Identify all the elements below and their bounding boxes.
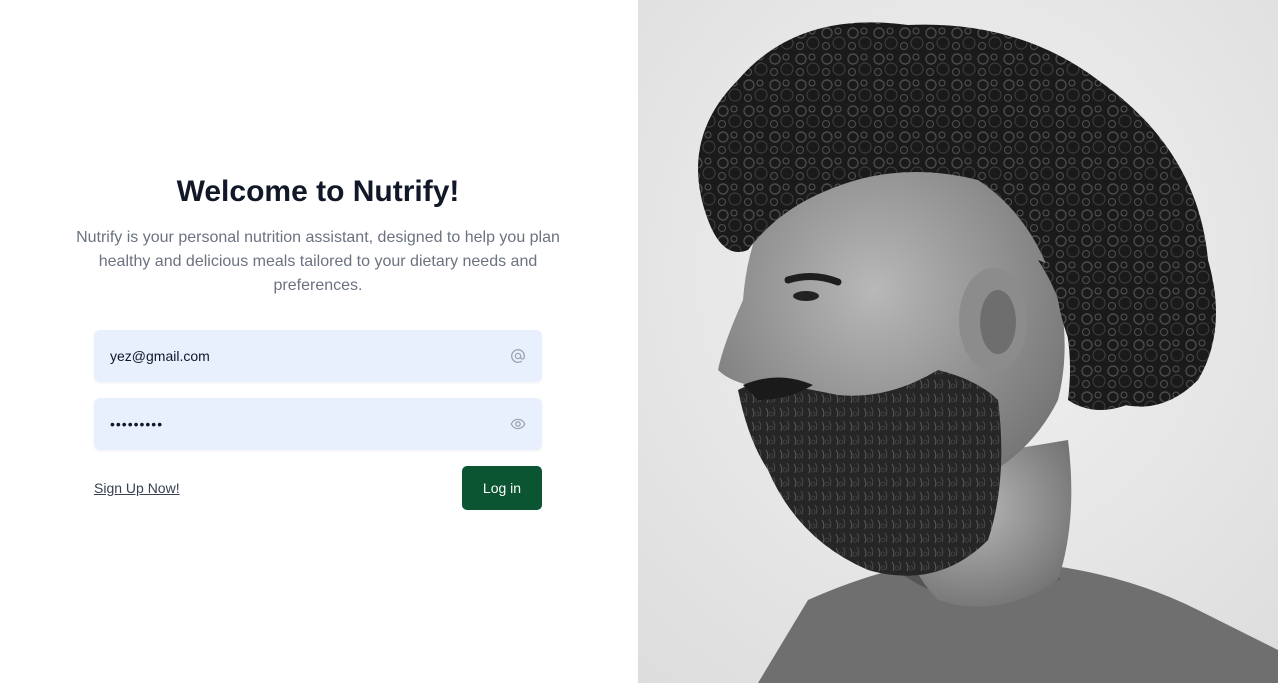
email-field-container xyxy=(94,330,542,382)
email-field[interactable] xyxy=(94,330,494,382)
login-page: Welcome to Nutrify! Nutrify is your pers… xyxy=(0,0,1278,683)
page-title: Welcome to Nutrify! xyxy=(176,175,460,208)
eye-icon[interactable] xyxy=(510,416,526,432)
login-button[interactable]: Log in xyxy=(462,466,542,510)
at-icon xyxy=(510,348,526,364)
app-description: Nutrify is your personal nutrition assis… xyxy=(76,229,560,294)
hero-image xyxy=(638,0,1278,683)
password-field-container xyxy=(94,398,542,450)
signup-link[interactable]: Sign Up Now! xyxy=(94,479,180,497)
password-field[interactable] xyxy=(94,398,494,450)
login-panel: Welcome to Nutrify! Nutrify is your pers… xyxy=(0,0,638,683)
